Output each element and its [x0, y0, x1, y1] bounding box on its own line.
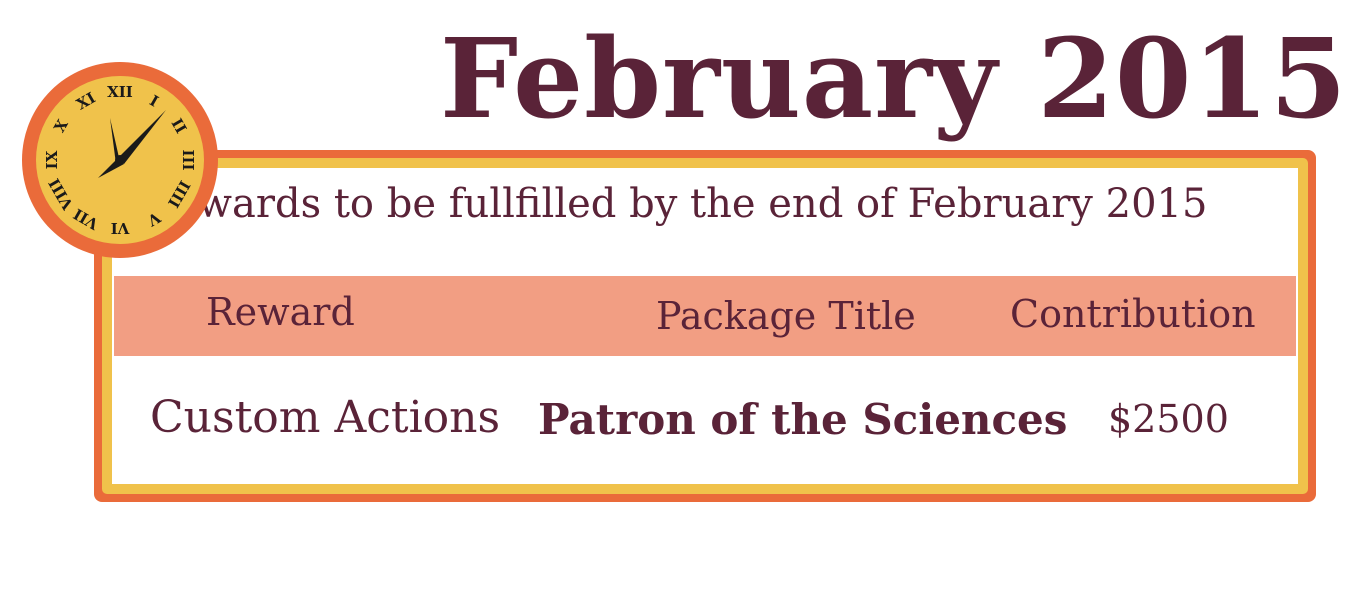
column-header-reward: Reward: [206, 290, 355, 334]
clock-numeral: VI: [111, 219, 131, 237]
column-header-package-title: Package Title: [656, 294, 916, 338]
column-header-contribution: Contribution: [1010, 292, 1256, 336]
clock-center-pin: [115, 155, 125, 165]
card-subtitle: Rewards to be fullfilled by the end of F…: [144, 181, 1208, 227]
table-cell-reward: Custom Actions: [150, 392, 501, 443]
clock-numeral: IX: [43, 150, 61, 169]
table-cell-contribution: $2500: [1108, 397, 1229, 441]
clock-numeral: XII: [107, 83, 133, 101]
page-title: February 2015: [440, 14, 1348, 143]
roman-numeral-clock-icon: XII IIIIIIIIIIVVIVIIVIIIIXXXI: [22, 62, 218, 258]
table-cell-package-title: Patron of the Sciences: [538, 395, 1068, 444]
clock-numeral: III: [179, 149, 197, 170]
